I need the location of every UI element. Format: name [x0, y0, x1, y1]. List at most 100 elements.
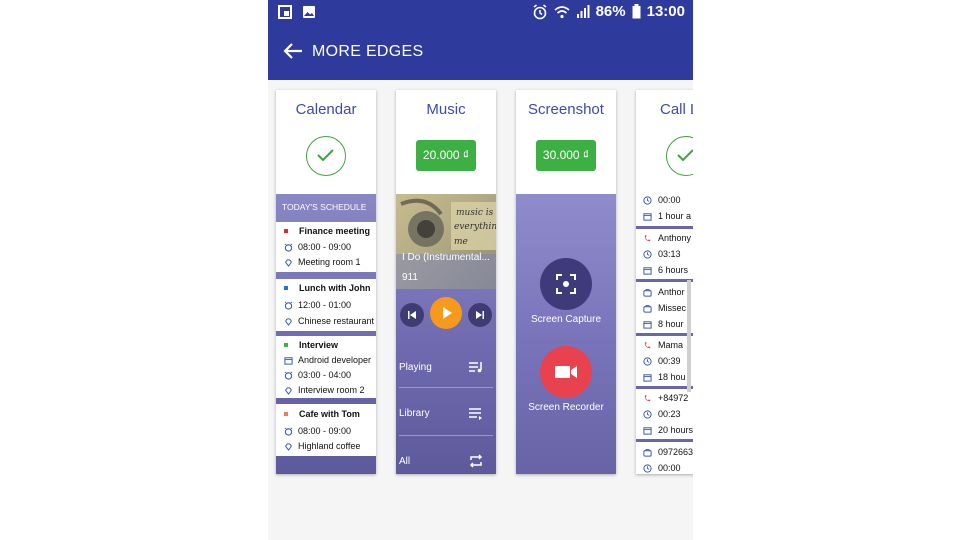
event-time: 08:00 - 09:00 — [298, 426, 352, 436]
event-time: 03:00 - 04:00 — [298, 370, 352, 380]
call-log-row: 8 hour — [636, 316, 693, 332]
clock-time: 13:00 — [646, 3, 685, 20]
missed-call-icon — [644, 394, 651, 401]
call-log-text: 6 hours — [658, 265, 689, 275]
status-bar: 86% 13:00 — [268, 0, 693, 26]
call-log-text: Mama — [658, 340, 684, 350]
call-log-row: 00:39 — [636, 353, 693, 369]
skip-previous-icon — [408, 311, 416, 319]
event-place: Meeting room 1 — [298, 257, 361, 267]
clock-icon — [643, 463, 652, 473]
back-arrow-icon[interactable] — [282, 40, 304, 62]
phone-icon — [643, 304, 652, 313]
schedule-event[interactable]: Cafe with Tom 08:00 - 09:00 Highland cof… — [276, 404, 376, 456]
music-price-button[interactable]: 20.000 ₫ — [416, 140, 476, 171]
wifi-icon — [554, 5, 570, 18]
alarm-icon — [533, 3, 547, 19]
phone-screen: 86% 13:00 MORE EDGES Calendar TODAY'S SC… — [268, 0, 693, 540]
app-bar: MORE EDGES — [268, 26, 693, 80]
calendar-icon — [643, 212, 652, 221]
screen-capture-label: Screen Capture — [530, 314, 602, 325]
call-log-card-title: Call L — [660, 101, 693, 118]
music-menu-label: Playing — [399, 362, 432, 373]
screenshot-price-button[interactable]: 30.000 ₫ — [536, 140, 596, 171]
calendar-icon — [643, 373, 652, 382]
call-log-row: 00:23 — [636, 406, 693, 422]
calendar-edge-card[interactable]: Calendar TODAY'S SCHEDULE Finance meetin… — [276, 90, 376, 474]
call-log-text: 00:00 — [658, 463, 681, 473]
call-log-row: 00:00 — [636, 192, 693, 208]
battery-percent: 86% — [595, 3, 626, 20]
event-time: 12:00 - 01:00 — [298, 300, 352, 310]
next-button[interactable] — [468, 303, 492, 327]
divider — [399, 435, 493, 436]
play-button[interactable] — [430, 297, 462, 329]
call-log-row: +84972 — [636, 390, 693, 406]
call-log-row: 1 hour a — [636, 208, 693, 224]
signal-icon — [576, 4, 590, 18]
schedule-event[interactable]: Interview Android developer 03:00 - 04:0… — [276, 336, 376, 398]
installed-check-icon — [306, 136, 346, 176]
call-log-text: 00:00 — [658, 195, 681, 205]
schedule-event[interactable]: Finance meeting 08:00 - 09:00 Meeting ro… — [276, 222, 376, 272]
screenshot-card-title: Screenshot — [528, 101, 604, 118]
music-menu-library[interactable]: Library — [396, 390, 496, 438]
divider — [636, 333, 693, 336]
window-icon — [278, 5, 292, 19]
screen-capture-icon — [556, 274, 576, 294]
call-log-row: Mama — [636, 337, 693, 353]
album-text-line: music is — [456, 208, 494, 218]
music-menu-all[interactable]: All — [396, 438, 496, 474]
screenshot-edge-card[interactable]: Screenshot 30.000 ₫ Screen Capture Scree… — [516, 90, 616, 474]
music-menu-label: All — [399, 456, 411, 467]
clock-icon — [643, 409, 652, 419]
location-pin-icon — [285, 386, 292, 395]
divider — [636, 226, 693, 229]
calendar-icon — [643, 320, 652, 329]
music-edge-card[interactable]: Music 20.000 ₫ music is everything me I … — [396, 90, 496, 474]
event-title: Interview — [299, 340, 339, 350]
missed-call-icon — [644, 341, 651, 348]
call-log-text: Anthony — [658, 233, 692, 243]
calendar-icon — [643, 266, 652, 275]
scroll-indicator[interactable] — [687, 280, 691, 392]
repeat-icon — [469, 454, 483, 468]
call-log-text: 18 hou — [658, 372, 686, 382]
music-menu-label: Library — [399, 408, 430, 419]
call-log-text: 20 hours — [658, 425, 693, 435]
call-log-row: 0972663 — [636, 444, 693, 460]
event-color-dot — [284, 229, 288, 233]
call-log-row: 03:13 — [636, 246, 693, 262]
alarm-clock-icon — [284, 301, 293, 310]
call-log-row: 00:00 — [636, 460, 693, 474]
calendar-icon — [643, 426, 652, 435]
screen-recorder-button[interactable] — [540, 346, 592, 398]
event-place: Chinese restaurant — [298, 316, 375, 326]
call-log-text: 00:39 — [658, 356, 681, 366]
call-log-row: Anthor — [636, 284, 693, 300]
location-pin-icon — [285, 317, 292, 326]
call-log-text: +84972 — [658, 393, 689, 403]
library-list-icon — [469, 408, 482, 420]
todays-schedule-header: TODAY'S SCHEDULE — [282, 202, 367, 212]
event-note: Android developer — [298, 355, 372, 365]
schedule-event[interactable]: Lunch with John 12:00 - 01:00 Chinese re… — [276, 279, 376, 331]
divider — [636, 439, 693, 442]
call-log-edge-card[interactable]: Call L 00:00 1 hour a Anthony 03:13 6 ho… — [636, 90, 693, 474]
alarm-clock-icon — [284, 243, 293, 252]
screen-capture-button[interactable] — [540, 258, 592, 310]
play-icon — [443, 307, 452, 319]
divider — [636, 279, 693, 282]
event-place: Interview room 2 — [298, 385, 365, 395]
alarm-clock-icon — [284, 427, 293, 436]
previous-button[interactable] — [400, 303, 424, 327]
missed-call-icon — [644, 234, 651, 241]
music-menu-playing[interactable]: Playing — [396, 344, 496, 392]
call-log-row: 20 hours — [636, 422, 693, 438]
call-log-text: 03:13 — [658, 249, 681, 259]
call-log-text: 00:23 — [658, 409, 681, 419]
call-log-text: 8 hour — [658, 319, 684, 329]
location-pin-icon — [285, 258, 292, 267]
album-text-line: everything — [454, 222, 496, 232]
music-card-title: Music — [426, 101, 466, 118]
